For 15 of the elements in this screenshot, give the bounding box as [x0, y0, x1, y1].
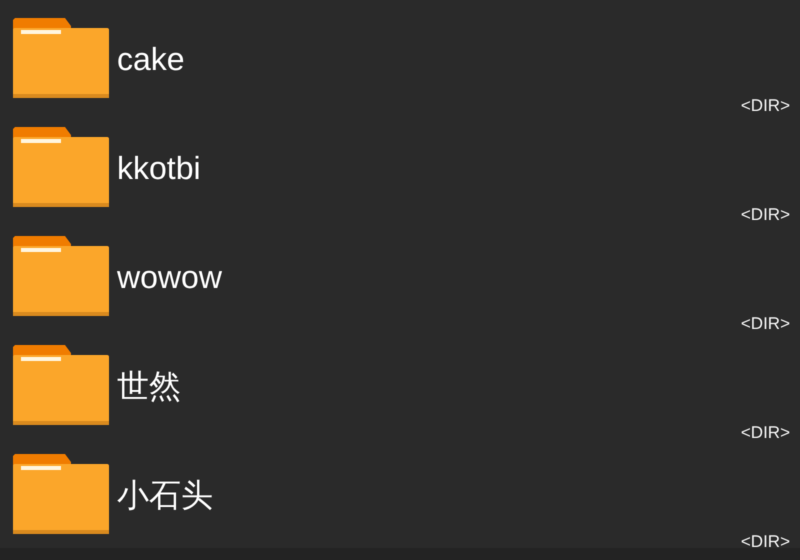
type-label: <DIR> — [740, 96, 790, 116]
folder-name[interactable]: cake — [117, 40, 733, 78]
type-label: <DIR> — [740, 205, 790, 225]
type-label: <DIR> — [740, 314, 790, 334]
folder-name[interactable]: kkotbi — [117, 149, 733, 187]
type-label: <DIR> — [740, 423, 790, 443]
type-label: <DIR> — [740, 532, 790, 552]
folder-icon — [13, 236, 109, 316]
folder-name[interactable]: 小石头 — [117, 476, 733, 514]
folder-icon — [13, 454, 109, 534]
folder-icon — [13, 127, 109, 207]
folder-name[interactable]: wowow — [117, 258, 733, 296]
folder-name[interactable]: 世然 — [117, 367, 733, 405]
folder-icon — [13, 345, 109, 425]
folder-icon — [13, 18, 109, 98]
